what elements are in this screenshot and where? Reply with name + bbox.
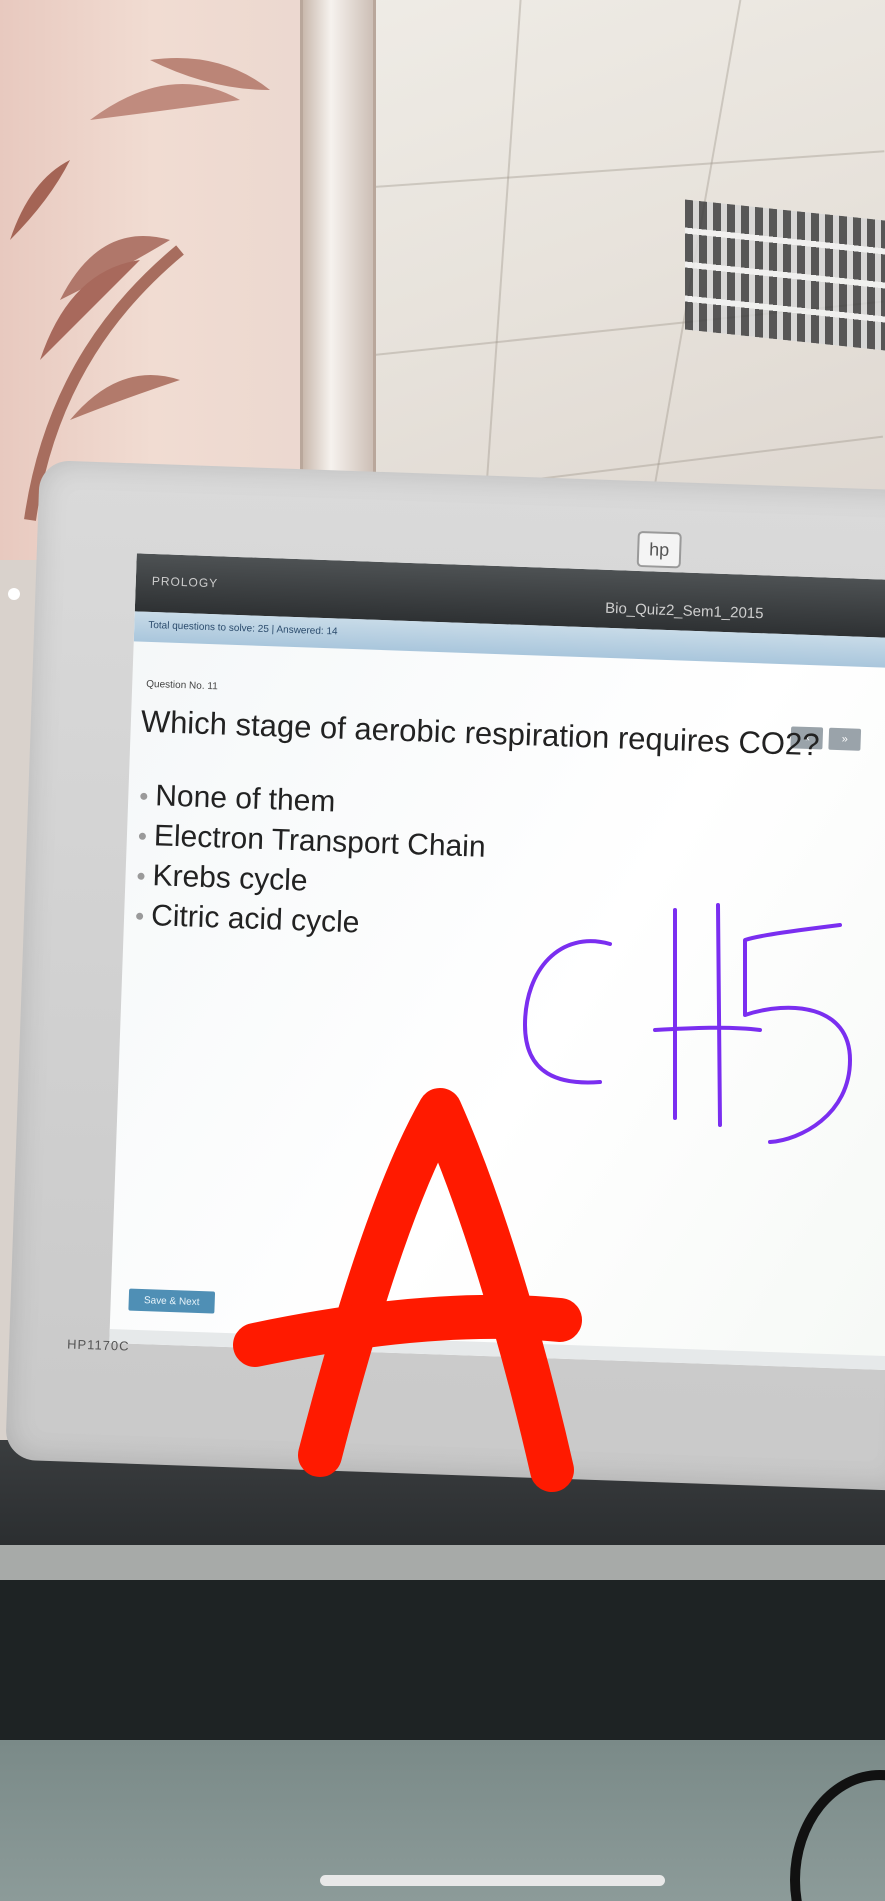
answer-option-label: Krebs cycle xyxy=(151,859,309,898)
app-brand: PROLOGY xyxy=(151,573,219,591)
radio-icon[interactable] xyxy=(140,792,148,800)
monitor-model-label: HP1170C xyxy=(66,1336,130,1354)
next-question-button[interactable]: » xyxy=(828,727,862,751)
answer-option-label: Citric acid cycle xyxy=(150,899,360,940)
answer-option-label: None of them xyxy=(154,779,336,819)
ceiling-vent xyxy=(685,199,885,351)
radio-icon[interactable] xyxy=(136,912,144,920)
question-number: Question No. 11 xyxy=(146,678,218,693)
status-dot xyxy=(8,588,20,600)
monitor-brand-badge: hp xyxy=(636,530,682,569)
home-indicator[interactable] xyxy=(320,1875,665,1886)
save-next-button[interactable]: Save & Next xyxy=(128,1288,216,1314)
desk-edge xyxy=(0,1545,885,1581)
quiz-progress-text: Total questions to solve: 25 | Answered:… xyxy=(148,619,338,638)
radio-icon[interactable] xyxy=(137,872,145,880)
window-frame xyxy=(300,0,376,480)
answer-options: None of them Electron Transport Chain Kr… xyxy=(135,776,487,948)
quiz-title: Bio_Quiz2_Sem1_2015 xyxy=(604,599,764,623)
status-bar xyxy=(109,1328,885,1372)
hp-logo-icon: hp xyxy=(648,538,670,560)
radio-icon[interactable] xyxy=(138,832,147,840)
desk-shadow xyxy=(0,1580,885,1760)
monitor: hp PROLOGY Bio_Quiz2_Sem1_2015 Total que… xyxy=(5,460,885,1491)
question-text: Which stage of aerobic respiration requi… xyxy=(140,703,821,763)
photo-scene: hp PROLOGY Bio_Quiz2_Sem1_2015 Total que… xyxy=(0,0,885,1901)
monitor-screen: PROLOGY Bio_Quiz2_Sem1_2015 Total questi… xyxy=(109,553,885,1372)
